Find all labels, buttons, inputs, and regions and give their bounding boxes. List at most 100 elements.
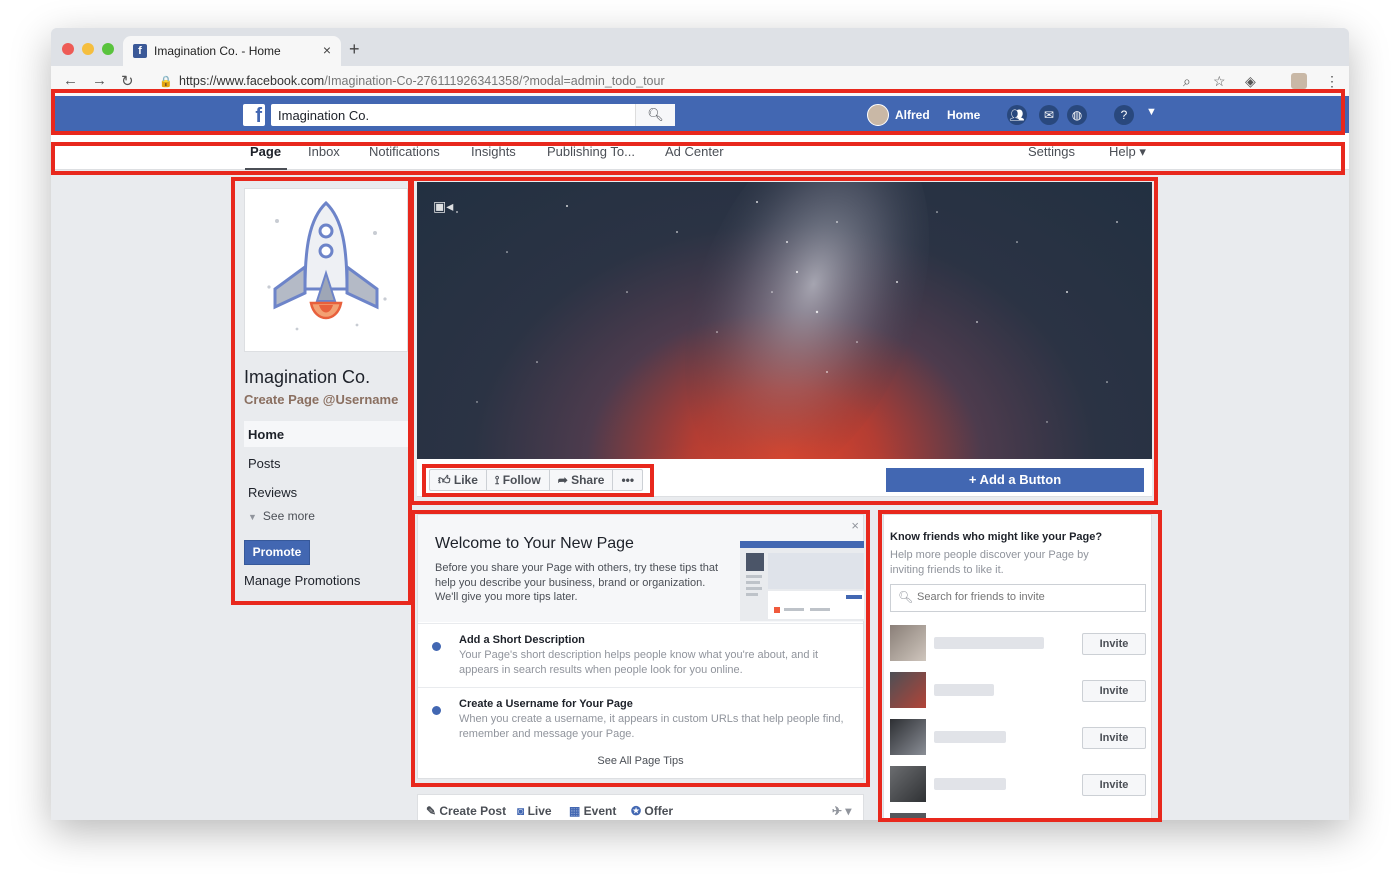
zoom-icon[interactable]: ⌕ [1183, 73, 1191, 90]
facebook-logo-icon[interactable]: f [243, 104, 265, 127]
nav-tab-inbox[interactable]: Inbox [308, 144, 340, 159]
share-button[interactable]: ➦ Share [550, 470, 614, 490]
live-button[interactable]: ◙ Live [517, 804, 552, 818]
event-button[interactable]: ▦ Event [569, 804, 616, 818]
close-window-button[interactable] [62, 43, 74, 55]
account-menu-chevron-icon[interactable]: ▼ [1146, 106, 1157, 118]
user-profile-link[interactable]: Alfred [895, 108, 930, 122]
friend-name-blurred [934, 684, 994, 696]
friend-avatar[interactable] [890, 625, 926, 661]
page-title: Imagination Co. [244, 367, 371, 387]
minimize-window-button[interactable] [82, 43, 94, 55]
tip-create-username[interactable]: Create a Username for Your Page When you… [418, 687, 863, 749]
page-navigation: Page Inbox Notifications Insights Publis… [51, 133, 1349, 170]
friend-row: Invite [890, 672, 1146, 708]
invite-button[interactable]: Invite [1082, 727, 1146, 749]
nav-tab-page[interactable]: Page [250, 144, 281, 159]
like-button[interactable]: 👍︎ Like [430, 470, 487, 490]
create-post-button[interactable]: ✎ Create Post [426, 804, 506, 818]
chrome-menu-icon[interactable]: ⋮ [1325, 73, 1339, 90]
search-icon[interactable]: 🔍︎ [635, 104, 675, 126]
nav-tab-ad-center[interactable]: Ad Center [665, 144, 724, 159]
calendar-icon: ▦ [569, 804, 584, 818]
nav-tab-notifications[interactable]: Notifications [369, 144, 440, 159]
invite-button[interactable]: Invite [1082, 680, 1146, 702]
rss-follow-icon: ⟟ [494, 473, 503, 487]
sidebar-item-reviews[interactable]: Reviews [248, 485, 297, 500]
friend-requests-icon[interactable]: 👥︎ [1007, 105, 1027, 125]
facebook-search: 🔍︎ [271, 104, 675, 126]
friend-name-blurred [934, 778, 1006, 790]
zoom-window-button[interactable] [102, 43, 114, 55]
promote-button[interactable]: Promote [244, 540, 310, 565]
tab-close-icon[interactable]: × [323, 42, 331, 58]
page-profile-picture[interactable] [244, 188, 408, 352]
lock-icon: 🔒 [159, 76, 173, 88]
cover-action-bar: 👍︎ Like ⟟ Follow ➦ Share ••• + Add a But… [417, 459, 1152, 497]
share-label: Share [571, 473, 605, 487]
help-question-icon[interactable]: ? [1114, 105, 1134, 125]
invite-button[interactable]: Invite [1082, 633, 1146, 655]
video-camera-icon[interactable]: ▣◂ [433, 198, 453, 215]
browser-tab[interactable]: f Imagination Co. - Home × [123, 36, 341, 66]
pencil-icon: ✎ [426, 804, 440, 818]
welcome-intro: Before you share your Page with others, … [435, 562, 719, 603]
add-a-button[interactable]: + Add a Button [886, 468, 1144, 492]
layers-extension-icon[interactable]: ◈ [1245, 73, 1256, 90]
back-arrow-icon[interactable]: ← [63, 72, 78, 89]
nav-tab-insights[interactable]: Insights [471, 144, 516, 159]
friend-row: Invite [890, 625, 1146, 661]
friend-avatar[interactable] [890, 766, 926, 802]
follow-button[interactable]: ⟟ Follow [487, 470, 550, 490]
live-video-icon: ◙ [517, 804, 528, 818]
nav-settings[interactable]: Settings [1028, 144, 1075, 159]
messenger-icon[interactable]: ✉ [1039, 105, 1059, 125]
tab-title: Imagination Co. - Home [154, 44, 281, 58]
cover-photo[interactable]: ▣◂ [417, 182, 1152, 459]
facebook-search-input[interactable] [271, 104, 631, 126]
sidebar-item-posts[interactable]: Posts [248, 456, 281, 471]
friend-row: Invite [890, 766, 1146, 802]
notifications-globe-icon[interactable]: ◍ [1067, 105, 1087, 125]
facebook-favicon-icon: f [133, 44, 147, 58]
user-avatar[interactable] [867, 104, 889, 126]
friend-name-blurred [934, 637, 1044, 649]
friend-avatar[interactable] [890, 813, 926, 819]
sidebar-item-home[interactable]: Home [248, 427, 284, 442]
rocket-logo-icon [267, 200, 387, 331]
invite-title: Know friends who might like your Page? [890, 531, 1103, 543]
url-field[interactable]: https://www.facebook.com/Imagination-Co-… [179, 74, 665, 88]
more-options-button[interactable]: ••• [613, 470, 642, 490]
nav-help[interactable]: Help ▾ [1109, 144, 1146, 160]
bookmark-star-icon[interactable]: ☆ [1213, 73, 1226, 90]
profile-avatar-icon[interactable] [1291, 73, 1307, 89]
nav-tab-publishing-tools[interactable]: Publishing To... [547, 144, 635, 159]
offer-tag-icon: ✪ [631, 804, 645, 818]
post-composer-bar: ✎ Create Post ◙ Live ▦ Event ✪ Offer ✈ ▾ [417, 794, 864, 820]
invite-search-input[interactable] [917, 591, 1137, 603]
share-arrow-icon: ➦ [557, 473, 572, 487]
friend-avatar[interactable] [890, 719, 926, 755]
invite-button[interactable]: Invite [1082, 774, 1146, 796]
create-username-link[interactable]: Create Page @Username [244, 392, 398, 407]
tip-description: Your Page's short description helps peop… [459, 649, 819, 676]
welcome-header: Welcome to Your New Page Before you shar… [418, 515, 864, 622]
browser-address-bar: ← → ↻ 🔒 https://www.facebook.com/Imagina… [51, 66, 1349, 96]
forward-arrow-icon[interactable]: → [92, 72, 107, 89]
reload-icon[interactable]: ↻ [121, 72, 134, 90]
offer-button[interactable]: ✪ Offer [631, 804, 673, 818]
lightbulb-icon [432, 642, 441, 651]
tip-short-description[interactable]: Add a Short Description Your Page's shor… [418, 623, 863, 685]
friend-avatar[interactable] [890, 672, 926, 708]
new-tab-button[interactable]: + [349, 39, 360, 60]
follow-label: Follow [502, 473, 541, 487]
manage-promotions-link[interactable]: Manage Promotions [244, 573, 360, 588]
invite-friends-card: Know friends who might like your Page? H… [883, 514, 1152, 820]
see-all-page-tips-link[interactable]: See All Page Tips [418, 755, 863, 767]
welcome-close-icon[interactable]: × [851, 518, 859, 533]
sidebar-see-more[interactable]: ▼ See more [248, 509, 315, 523]
invite-search: 🔍︎ [890, 584, 1146, 612]
home-link[interactable]: Home [947, 108, 980, 122]
composer-options-chevron-icon[interactable]: ✈ ▾ [832, 804, 851, 818]
like-label: Like [453, 473, 478, 487]
